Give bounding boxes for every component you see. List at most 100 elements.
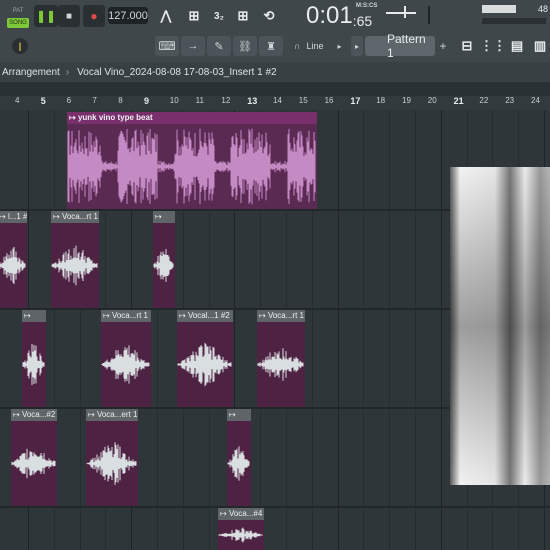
clip-menu-icon[interactable]: ↦ bbox=[88, 410, 97, 419]
stamp-icon: ♜ bbox=[266, 40, 276, 53]
typing-keyboard-button[interactable]: ⌨ bbox=[155, 36, 179, 56]
clip-beat[interactable]: ↦ yunk vino type beat bbox=[67, 112, 317, 209]
clip-vocal[interactable]: ↦ bbox=[227, 409, 251, 506]
mixer-icon[interactable]: ⊟ bbox=[456, 36, 478, 56]
paint-tool-button[interactable]: ✎ bbox=[207, 36, 231, 56]
breadcrumb-root[interactable]: Arrangement bbox=[2, 67, 60, 78]
master-volume-knob[interactable]: | bbox=[12, 38, 28, 54]
clip-menu-icon[interactable]: ↦ bbox=[259, 311, 268, 320]
arrow-icon: → bbox=[187, 40, 199, 52]
browser-icon[interactable]: ▥ bbox=[530, 36, 550, 56]
clip-header[interactable]: ↦ l...1 #2 bbox=[0, 211, 27, 223]
breadcrumb-path[interactable]: Vocal Vino_2024-08-08 17-08-03_Insert 1 … bbox=[77, 67, 276, 78]
clip-menu-icon[interactable]: ↦ bbox=[69, 113, 78, 122]
clip-header[interactable]: ↦ Vocal...1 #2 bbox=[177, 310, 233, 322]
clip-header[interactable]: ↦ Voca...rt 1 bbox=[257, 310, 305, 322]
spectrogram-overlay bbox=[450, 167, 550, 485]
clip-vocal[interactable]: ↦ Voca...ert 1 bbox=[86, 409, 138, 506]
stamp-tool-button[interactable]: ♜ bbox=[259, 36, 283, 56]
clip-menu-icon[interactable]: ↦ bbox=[229, 410, 236, 419]
piano-roll-icon[interactable]: ▤ bbox=[506, 36, 528, 56]
ruler-tick-5: 5 bbox=[40, 96, 46, 106]
clip-header[interactable]: ↦ Voca...ert 1 bbox=[86, 409, 138, 421]
clip-vocal[interactable]: ↦ Voca...rt 1 bbox=[51, 211, 99, 308]
metronome-icon[interactable]: ⋀ bbox=[154, 6, 178, 26]
ruler-tick-6: 6 bbox=[66, 96, 72, 105]
tempo-display[interactable]: 127.000 bbox=[108, 7, 148, 24]
countdown-icon[interactable]: 3₂ bbox=[208, 6, 230, 26]
clip-label: Vocal...1 #2 bbox=[187, 311, 230, 320]
clip-label: Voca...#4 bbox=[228, 509, 263, 518]
waveform bbox=[22, 343, 45, 386]
song-label: SONG bbox=[7, 18, 29, 28]
clip-header[interactable]: ↦ bbox=[153, 211, 175, 223]
clip-menu-icon[interactable]: ↦ bbox=[53, 212, 62, 221]
pattern-add-button[interactable]: + bbox=[436, 36, 450, 56]
ruler-tick-11: 11 bbox=[195, 96, 204, 105]
pattern-prev-button[interactable]: ▸ bbox=[351, 36, 363, 56]
volume-value: 48 bbox=[538, 4, 549, 14]
wait-icon[interactable]: ⊞ bbox=[182, 6, 206, 26]
waveform bbox=[0, 247, 26, 284]
typing-keyboard-icon: ⌨ bbox=[158, 39, 176, 53]
master-pitch-handle[interactable] bbox=[404, 6, 406, 18]
channel-rack-icon[interactable]: ⋮⋮ bbox=[480, 36, 506, 56]
magnet-icon: ∩ bbox=[294, 41, 301, 51]
step-edit-icon[interactable]: ⊞ bbox=[232, 6, 254, 26]
clip-menu-icon[interactable]: ↦ bbox=[13, 410, 22, 419]
stop-button[interactable]: ■ bbox=[58, 5, 80, 27]
overview-strip[interactable] bbox=[0, 82, 550, 96]
waveform bbox=[177, 342, 232, 387]
volume-meter bbox=[482, 18, 546, 24]
grid-bar-line bbox=[337, 110, 339, 550]
loop-record-icon[interactable]: ⟲ bbox=[258, 6, 280, 26]
play-button[interactable]: ❚❚ bbox=[34, 5, 58, 27]
clip-header[interactable]: ↦ Voca...rt 1 bbox=[51, 211, 99, 223]
waveform bbox=[101, 345, 150, 384]
clip-header[interactable]: ↦ Voca...rt 1 bbox=[101, 310, 151, 322]
timeline-ruler[interactable]: 4 5 6 7 8 9 10 11 12 13 14 15 16 17 18 19 20 21 22 23 24 bbox=[0, 96, 550, 111]
clip-menu-icon[interactable]: ↦ bbox=[179, 311, 188, 320]
pat-song-toggle[interactable]: PAT SONG bbox=[6, 4, 30, 30]
clip-header[interactable]: ↦ Voca...#2 bbox=[11, 409, 57, 421]
ruler-tick-19: 19 bbox=[402, 96, 411, 105]
clip-vocal[interactable]: ↦ bbox=[153, 211, 175, 308]
clip-label: Voca...rt 1 bbox=[267, 311, 304, 320]
ruler-tick-10: 10 bbox=[169, 96, 179, 105]
clip-vocal[interactable]: ↦ Voca...#4 bbox=[218, 508, 264, 550]
clip-vocal[interactable]: ↦ bbox=[22, 310, 46, 407]
clip-vocal[interactable]: ↦ Vocal...1 #2 bbox=[177, 310, 233, 407]
grid-bar-line bbox=[415, 110, 416, 550]
master-pitch-slider[interactable] bbox=[386, 12, 416, 14]
clip-vocal[interactable]: ↦ Voca...rt 1 bbox=[101, 310, 151, 407]
clip-vocal[interactable]: ↦ Voca...#2 bbox=[11, 409, 57, 506]
clip-label: Voca...ert 1 bbox=[96, 410, 138, 419]
clip-header[interactable]: ↦ bbox=[22, 310, 46, 322]
waveform bbox=[67, 128, 316, 205]
clip-vocal[interactable]: ↦ Voca...rt 1 bbox=[257, 310, 305, 407]
clip-header[interactable]: ↦ Voca...#4 bbox=[218, 508, 264, 520]
clip-menu-icon[interactable]: ↦ bbox=[220, 509, 229, 518]
cpu-meter bbox=[482, 5, 516, 13]
link-tool-button[interactable]: ⛓ bbox=[233, 36, 257, 56]
ruler-tick-9: 9 bbox=[144, 96, 150, 106]
clip-menu-icon[interactable]: ↦ bbox=[103, 311, 112, 320]
pattern-selector[interactable]: Pattern 1 bbox=[365, 32, 435, 60]
clip-header[interactable]: ↦ bbox=[227, 409, 251, 421]
clip-header[interactable]: ↦ yunk vino type beat bbox=[67, 112, 317, 124]
waveform bbox=[218, 527, 263, 543]
waveform bbox=[11, 448, 56, 479]
breadcrumb: Arrangement › Vocal Vino_2024-08-08 17-0… bbox=[0, 62, 550, 82]
arrow-tool-button[interactable]: → bbox=[181, 36, 205, 56]
breadcrumb-separator: › bbox=[65, 66, 70, 78]
clip-vocal[interactable]: ↦ l...1 #2 bbox=[0, 211, 27, 308]
record-button[interactable]: ● bbox=[83, 5, 105, 27]
clip-menu-icon[interactable]: ↦ bbox=[155, 212, 162, 221]
play-icon: ❚❚ bbox=[35, 9, 57, 23]
clip-menu-icon[interactable]: ↦ bbox=[24, 311, 31, 320]
snap-selector[interactable]: ∩ Line ▸ bbox=[294, 37, 344, 55]
pat-label: PAT bbox=[12, 8, 24, 14]
clip-menu-icon[interactable]: ↦ bbox=[0, 212, 8, 221]
record-icon: ● bbox=[90, 9, 98, 23]
ruler-tick-8: 8 bbox=[118, 96, 123, 105]
